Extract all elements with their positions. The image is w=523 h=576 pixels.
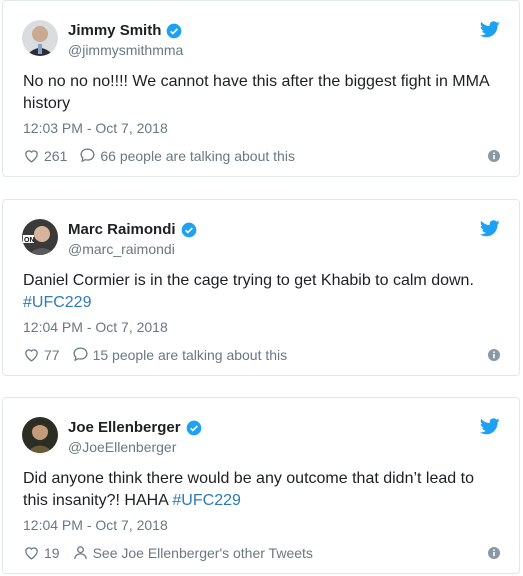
tweet-card: Joe Ellenberger @JoeEllenberger Did anyo… [2, 397, 520, 574]
tweet-text: Daniel Cormier is in the cage trying to … [23, 270, 503, 314]
heart-icon[interactable] [23, 346, 40, 363]
conversation-link[interactable]: 15 people are talking about this [93, 347, 288, 363]
hashtag-link[interactable]: #UFC229 [172, 492, 240, 509]
tweet-actions: 77 15 people are talking about this [23, 346, 287, 363]
person-icon[interactable] [72, 544, 89, 561]
verified-badge-icon [181, 222, 196, 237]
verified-badge-icon [167, 23, 182, 38]
conversation-link[interactable]: 66 people are talking about this [100, 148, 295, 164]
tweet-timestamp[interactable]: 12:03 PM - Oct 7, 2018 [23, 120, 168, 136]
tweet-text-body: Did anyone think there would be any outc… [23, 470, 474, 509]
svg-text:ON: ON [24, 237, 35, 244]
avatar[interactable]: ON [22, 219, 58, 255]
embedded-tweets-feed: Jimmy Smith @jimmysmithmma No no no no!!… [0, 0, 523, 576]
author-handle[interactable]: @marc_raimondi [68, 241, 175, 257]
author-name-text[interactable]: Marc Raimondi [68, 221, 176, 238]
twitter-bird-icon[interactable] [480, 418, 500, 435]
tweet-text-body: Daniel Cormier is in the cage trying to … [23, 272, 474, 289]
tweet-actions: 19 See Joe Ellenberger's other Tweets [23, 544, 313, 561]
speech-bubble-icon[interactable] [72, 346, 89, 363]
tweet-actions: 261 66 people are talking about this [23, 147, 295, 164]
twitter-bird-icon[interactable] [480, 220, 500, 237]
tweet-timestamp[interactable]: 12:04 PM - Oct 7, 2018 [23, 319, 168, 335]
tweet-timestamp[interactable]: 12:04 PM - Oct 7, 2018 [23, 517, 168, 533]
author-name[interactable]: Marc Raimondi [68, 221, 197, 238]
author-name-text[interactable]: Joe Ellenberger [68, 419, 181, 436]
info-icon[interactable] [488, 547, 500, 559]
tweet-text-body: No no no no!!!! We cannot have this afte… [23, 73, 489, 112]
author-handle[interactable]: @JoeEllenberger [68, 439, 176, 455]
author-name-text[interactable]: Jimmy Smith [68, 22, 161, 39]
like-count[interactable]: 77 [44, 347, 60, 363]
tweet-text: No no no no!!!! We cannot have this afte… [23, 71, 503, 115]
tweet-text: Did anyone think there would be any outc… [23, 468, 503, 512]
other-tweets-link[interactable]: See Joe Ellenberger's other Tweets [93, 545, 313, 561]
author-name[interactable]: Jimmy Smith [68, 22, 182, 39]
author-handle[interactable]: @jimmysmithmma [68, 42, 183, 58]
tweet-card: Jimmy Smith @jimmysmithmma No no no no!!… [2, 0, 520, 177]
hashtag-link[interactable]: #UFC229 [23, 294, 91, 311]
like-count[interactable]: 261 [44, 148, 67, 164]
like-count[interactable]: 19 [44, 545, 60, 561]
info-icon[interactable] [488, 150, 500, 162]
heart-icon[interactable] [23, 147, 40, 164]
tweet-card: ON Marc Raimondi @marc_raimondi Daniel C… [2, 199, 520, 376]
info-icon[interactable] [488, 349, 500, 361]
heart-icon[interactable] [23, 544, 40, 561]
avatar[interactable] [22, 20, 58, 56]
author-name[interactable]: Joe Ellenberger [68, 419, 202, 436]
verified-badge-icon [186, 420, 201, 435]
avatar[interactable] [22, 417, 58, 453]
speech-bubble-icon[interactable] [79, 147, 96, 164]
twitter-bird-icon[interactable] [480, 21, 500, 38]
